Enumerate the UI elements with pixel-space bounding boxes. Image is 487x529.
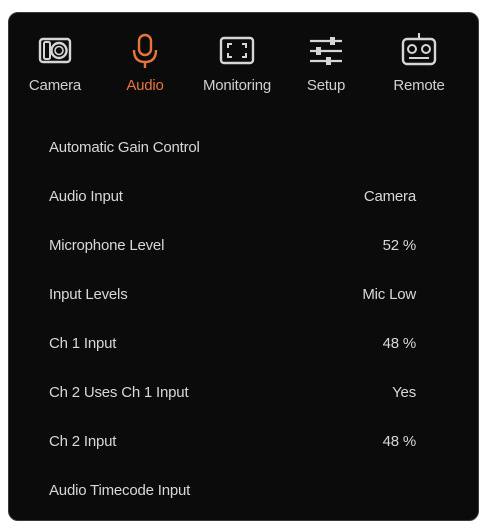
menu-row-value: Yes <box>392 384 416 401</box>
menu-row-value: 48 % <box>382 335 417 352</box>
menu-row-label: Audio Input <box>49 188 123 205</box>
tab-setup-label: Setup <box>306 77 346 94</box>
menu-row-value: Camera <box>363 188 416 205</box>
menu-row-ch1-input[interactable]: Ch 1 Input 48 % <box>9 329 478 359</box>
menu-row-value: 48 % <box>382 433 417 450</box>
menu-row-label: Input Levels <box>49 286 128 303</box>
settings-panel: Camera Audio Monitoring Setup Remote Aut… <box>8 12 479 521</box>
camera-icon <box>35 31 75 71</box>
menu-row-value: 52 % <box>382 237 417 254</box>
menu-row-ch2-uses-ch1-input[interactable]: Ch 2 Uses Ch 1 Input Yes <box>9 378 478 408</box>
microphone-icon <box>125 31 165 71</box>
menu-row-input-levels[interactable]: Input Levels Mic Low <box>9 280 478 310</box>
tab-monitoring[interactable]: Monitoring <box>189 31 285 111</box>
remote-icon <box>399 31 439 71</box>
tab-monitoring-label: Monitoring <box>202 77 272 94</box>
tab-remote[interactable]: Remote <box>371 31 467 111</box>
menu-row-automatic-gain-control[interactable]: Automatic Gain Control <box>9 133 478 163</box>
tab-bar: Camera Audio Monitoring Setup Remote <box>9 13 478 123</box>
tab-camera[interactable]: Camera <box>9 31 103 111</box>
tab-camera-label: Camera <box>28 77 82 94</box>
tab-remote-label: Remote <box>393 77 445 94</box>
menu-row-label: Automatic Gain Control <box>49 139 200 156</box>
menu-row-value: Mic Low <box>362 286 416 303</box>
menu-row-label: Ch 2 Uses Ch 1 Input <box>49 384 189 401</box>
tab-audio-label: Audio <box>126 77 164 94</box>
tab-audio[interactable]: Audio <box>97 31 193 111</box>
menu-row-label: Ch 2 Input <box>49 433 117 450</box>
sliders-icon <box>306 31 346 71</box>
monitoring-icon <box>217 31 257 71</box>
menu-row-audio-timecode-input[interactable]: Audio Timecode Input <box>9 476 478 506</box>
tab-setup[interactable]: Setup <box>278 31 374 111</box>
menu-row-audio-input[interactable]: Audio Input Camera <box>9 182 478 212</box>
menu-row-microphone-level[interactable]: Microphone Level 52 % <box>9 231 478 261</box>
menu-row-label: Ch 1 Input <box>49 335 117 352</box>
menu-row-label: Audio Timecode Input <box>49 482 191 499</box>
menu-row-ch2-input[interactable]: Ch 2 Input 48 % <box>9 427 478 457</box>
menu-row-label: Microphone Level <box>49 237 165 254</box>
